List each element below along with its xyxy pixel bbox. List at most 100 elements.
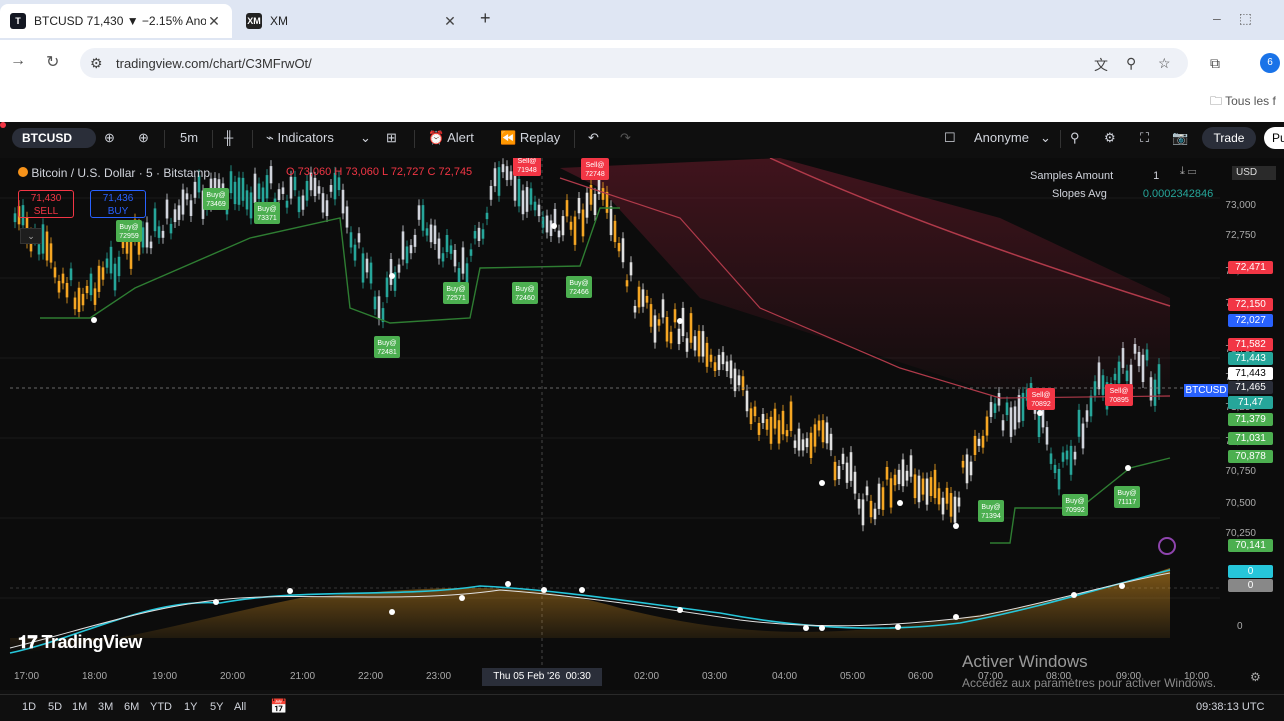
panel-controls[interactable]: ⤓ ▭ xyxy=(1180,165,1196,178)
reload-icon[interactable]: ↻ xyxy=(46,52,59,72)
chevron-down-icon[interactable]: ⌄ xyxy=(1040,130,1051,146)
trade-button[interactable]: Trade xyxy=(1202,127,1256,149)
candle-body xyxy=(817,420,821,431)
new-tab-icon[interactable]: + xyxy=(480,8,491,29)
buy-button[interactable]: 71,436 BUY xyxy=(90,190,146,218)
settings-icon[interactable]: ⚙ xyxy=(1104,130,1116,146)
date-range-icon[interactable]: 📅 xyxy=(270,698,287,715)
range-button-6m[interactable]: 6M xyxy=(124,701,139,713)
candle-body xyxy=(233,181,237,205)
quick-search-icon[interactable]: ⚲ xyxy=(1070,130,1080,146)
buy-signal-badge: Buy@ 73469 xyxy=(203,188,229,210)
range-button-1d[interactable]: 1D xyxy=(22,701,36,713)
candle-body xyxy=(253,173,257,204)
candle-body xyxy=(189,200,193,216)
account-label[interactable]: Anonyme xyxy=(974,130,1029,145)
candle-body xyxy=(85,285,89,294)
account-checkbox-icon[interactable]: ☐ xyxy=(944,130,956,146)
window-controls[interactable]: –⬚ xyxy=(1213,10,1270,27)
interval-button[interactable]: 5m xyxy=(180,130,198,145)
zoom-icon[interactable]: ⚲ xyxy=(1126,55,1136,72)
candle-body xyxy=(161,230,165,238)
range-button-5y[interactable]: 5Y xyxy=(210,701,223,713)
candle-body xyxy=(493,168,497,187)
chevron-down-icon[interactable]: ⌄ xyxy=(360,130,371,146)
compare-icon[interactable]: ⊕ xyxy=(104,130,115,146)
templates-icon[interactable]: ⊞ xyxy=(386,130,397,146)
axis-settings-icon[interactable]: ⚙ xyxy=(1250,670,1261,684)
candle-body xyxy=(89,273,93,296)
price-tag: 0 xyxy=(1228,565,1273,578)
high-value: H 73,060 xyxy=(334,166,379,178)
profile-avatar[interactable]: 6 xyxy=(1260,53,1280,73)
range-button-1y[interactable]: 1Y xyxy=(184,701,197,713)
sell-button[interactable]: 71,430 SELL xyxy=(18,190,74,218)
signal-dot xyxy=(819,480,825,486)
candle-body xyxy=(337,177,341,191)
add-symbol-icon[interactable]: ⊕ xyxy=(138,130,149,146)
price-chart-svg[interactable]: Buy@73469Buy@73371Buy@72959Buy@72571Buy@… xyxy=(0,154,1284,690)
utc-clock[interactable]: 09:38:13 UTC xyxy=(1196,701,1264,713)
candle-body xyxy=(505,166,509,181)
range-button-all[interactable]: All xyxy=(234,701,246,713)
candle-body xyxy=(841,453,845,465)
price-axis-label: 70,750 xyxy=(1225,466,1256,477)
time-axis-label: 23:00 xyxy=(426,671,452,682)
candle-body xyxy=(637,286,641,308)
signal-dot xyxy=(895,624,901,630)
candle-body xyxy=(745,390,749,412)
fullscreen-icon[interactable]: ⛶ xyxy=(1140,130,1149,146)
candle-body xyxy=(501,164,505,173)
replay-button[interactable]: ⏪ Replay xyxy=(500,130,560,146)
candle-body xyxy=(353,244,357,261)
candle-body xyxy=(1013,406,1017,430)
range-button-3m[interactable]: 3M xyxy=(98,701,113,713)
ohlc-values: O 73,060 H 73,060 L 72,727 C 72,745 xyxy=(286,166,472,178)
candle-body xyxy=(249,192,253,219)
chart-canvas[interactable]: Buy@ 73469 Buy@ 73371 Buy@ 72959 Buy@ 72571 Buy@… xyxy=(0,154,1284,690)
range-button-ytd[interactable]: YTD xyxy=(150,701,172,713)
candle-body xyxy=(513,175,517,201)
candle-body xyxy=(1001,420,1005,431)
alert-button[interactable]: ⏰ Alert xyxy=(428,130,474,146)
candle-body xyxy=(477,227,481,241)
translate-icon[interactable]: 文 xyxy=(1094,55,1108,75)
redo-icon[interactable]: ↷ xyxy=(620,130,631,146)
browser-tab-tradingview[interactable]: T BTCUSD 71,430 ▼ −2.15% Ano ✕ xyxy=(0,4,232,38)
browser-tab-xm[interactable]: XM XM ✕ xyxy=(236,4,468,38)
signal-dot xyxy=(287,588,293,594)
url-input[interactable]: tradingview.com/chart/C3MFrwOt/ xyxy=(80,48,1188,78)
svg-text:73469: 73469 xyxy=(206,201,226,208)
close-tab-icon[interactable]: ✕ xyxy=(206,13,222,30)
sell-signal-badge: Sell@ 70895 xyxy=(1105,384,1133,406)
candle-body xyxy=(377,296,381,320)
extensions-icon[interactable]: ⧉ xyxy=(1210,55,1220,72)
site-info-icon[interactable]: ⚙ xyxy=(90,55,103,72)
candle-body xyxy=(849,452,853,481)
close-tab-icon[interactable]: ✕ xyxy=(442,13,458,30)
undo-icon[interactable]: ↶ xyxy=(588,130,599,146)
candle-body xyxy=(797,428,801,451)
candle-body xyxy=(417,205,421,220)
collapse-legend-icon[interactable]: ⌄ xyxy=(20,228,42,244)
range-button-5d[interactable]: 5D xyxy=(48,701,62,713)
candle-type-icon[interactable]: ╫ xyxy=(224,130,233,145)
publish-button[interactable]: Pu xyxy=(1264,127,1284,149)
price-tag: 71,465 xyxy=(1228,381,1273,394)
bookmark-star-icon[interactable]: ☆ xyxy=(1158,55,1171,72)
range-button-1m[interactable]: 1M xyxy=(72,701,87,713)
price-axis-label: 70,500 xyxy=(1225,498,1256,509)
candle-body xyxy=(245,190,249,210)
forward-icon[interactable]: → xyxy=(10,52,26,70)
camera-icon[interactable]: 📷 xyxy=(1172,130,1188,146)
indicators-button[interactable]: ⌁ Indicators xyxy=(266,130,334,146)
candle-body xyxy=(441,253,445,262)
candle-body xyxy=(889,478,893,508)
currency-selector[interactable]: USD xyxy=(1232,166,1276,180)
bookmark-folder[interactable]: 🗀 Tous les f xyxy=(1210,92,1276,113)
close-value: C 72,745 xyxy=(427,166,473,178)
target-marker xyxy=(1158,537,1176,555)
notification-dot xyxy=(0,122,6,128)
symbol-search-button[interactable]: BTCUSD xyxy=(12,128,96,148)
legend-title[interactable]: Bitcoin / U.S. Dollar · 5 · Bitstamp xyxy=(31,166,210,180)
